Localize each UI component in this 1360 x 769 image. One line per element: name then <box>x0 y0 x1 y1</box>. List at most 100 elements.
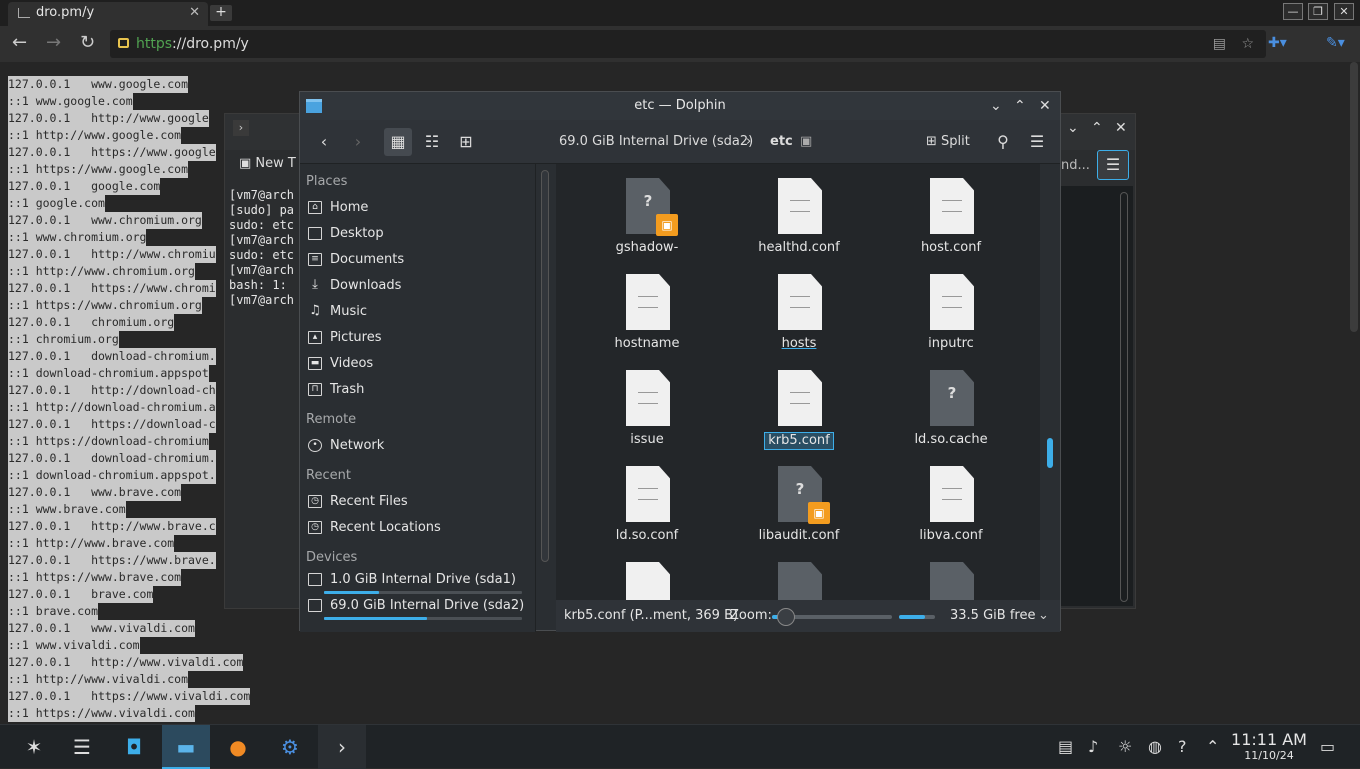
hosts-line: ::1 http://www.google.com <box>8 127 182 144</box>
extension-wrench-icon[interactable]: ✎▾ <box>1326 35 1345 51</box>
hosts-line: ::1 https://download-chromium <box>8 433 209 450</box>
address-bar[interactable]: https://dro.pm/y ▤ ☆ <box>110 30 1266 58</box>
hosts-line: 127.0.0.1 https://www.brave. <box>8 552 216 569</box>
volume-muted-icon[interactable]: ♪ <box>1088 737 1098 756</box>
file-item[interactable]: ld.so.conf <box>582 452 712 548</box>
clock[interactable]: 11:11 AM 11/10/24 <box>1224 731 1314 763</box>
dolphin-titlebar: etc — Dolphin ⌄ ⌃ ✕ <box>300 92 1060 120</box>
file-item[interactable]: issue <box>582 356 712 452</box>
dolphin-minimize-icon[interactable]: ⌄ <box>990 92 1002 120</box>
file-view-scrollbar[interactable] <box>1040 164 1060 600</box>
place-documents[interactable]: ≡ Documents <box>306 248 532 272</box>
konsole-taskbar-icon[interactable]: › <box>318 725 366 769</box>
file-item[interactable]: ? ▣ libaudit.conf <box>734 452 864 548</box>
forward-button[interactable]: → <box>46 34 61 52</box>
file-item[interactable]: krb5.conf <box>734 356 864 452</box>
back-button[interactable]: ← <box>12 34 27 52</box>
place-drive-sda2[interactable]: 69.0 GiB Internal Drive (sda2) <box>306 596 532 616</box>
terminal-find-label[interactable]: nd... <box>1061 158 1090 173</box>
place-videos[interactable]: ▬ Videos <box>306 352 532 376</box>
brightness-icon[interactable]: ☼ <box>1118 737 1132 756</box>
place-trash[interactable]: ⊓ Trash <box>306 378 532 402</box>
text-file-icon <box>930 274 974 330</box>
terminal-maximize-icon[interactable]: ⌃ <box>1091 120 1103 136</box>
terminal-new-tab-button[interactable]: ▣ New T <box>239 156 296 171</box>
dolphin-back-button[interactable]: ‹ <box>310 128 338 156</box>
discover-store-icon[interactable]: ◘ <box>110 725 158 769</box>
hosts-line: 127.0.0.1 download-chromium. <box>8 450 216 467</box>
help-icon[interactable]: ? <box>1178 737 1187 756</box>
zoom-slider-knob[interactable] <box>777 608 796 626</box>
place-home[interactable]: ⌂ Home <box>306 196 532 220</box>
system-settings-icon[interactable]: ☰ <box>58 725 106 769</box>
hosts-line: 127.0.0.1 http://www.google <box>8 110 209 127</box>
file-name: ld.so.cache <box>914 432 988 447</box>
clock-date: 11/10/24 <box>1244 749 1294 762</box>
file-item[interactable]: libva.conf <box>886 452 1016 548</box>
terminal-output[interactable]: [vm7@arch [sudo] pa sudo: etc [vm7@arch … <box>229 188 305 308</box>
file-view[interactable]: ? ▣ gshadow-healthd.conf host.conf hostname h… <box>556 164 1040 600</box>
place-downloads[interactable]: ⤓ Downloads <box>306 274 532 298</box>
file-item[interactable] <box>582 548 712 600</box>
terminal-close-icon[interactable]: ✕ <box>1115 120 1127 136</box>
breadcrumb-drive[interactable]: 69.0 GiB Internal Drive (sda2) <box>559 134 753 149</box>
file-item[interactable]: healthd.conf <box>734 164 864 260</box>
application-launcher-icon[interactable]: ✶ <box>10 725 58 769</box>
file-view-scrollbar-thumb[interactable] <box>1047 438 1053 468</box>
dolphin-taskbar-icon[interactable]: ▬ <box>162 725 210 769</box>
details-view-button[interactable]: ⊞ <box>452 128 480 156</box>
browser-minimize-button[interactable]: — <box>1283 3 1303 20</box>
trash-icon: ⊓ <box>308 383 322 396</box>
tab-close-icon[interactable]: ✕ <box>189 2 200 24</box>
extension-puzzle-icon[interactable]: ✚▾ <box>1268 35 1287 51</box>
icons-view-button[interactable]: ▦ <box>384 128 412 156</box>
place-network[interactable]: • Network <box>306 434 532 458</box>
browser-close-button[interactable]: ✕ <box>1334 3 1354 20</box>
file-item[interactable]: ? ▣ gshadow- <box>582 164 712 260</box>
places-scrollbar[interactable] <box>541 170 549 562</box>
browser-tab[interactable]: dro.pm/y ✕ <box>8 2 208 26</box>
clipboard-icon[interactable]: ▤ <box>1058 737 1073 756</box>
breadcrumb-folder[interactable]: etc <box>770 134 793 149</box>
file-name: krb5.conf <box>764 432 834 450</box>
split-view-button[interactable]: ⊞ Split <box>926 134 970 149</box>
network-status-icon[interactable]: ◍ <box>1148 737 1162 756</box>
dolphin-forward-button[interactable]: › <box>344 128 372 156</box>
terminal-menu-button[interactable]: ☰ <box>1097 150 1129 180</box>
place-drive-sda1[interactable]: 1.0 GiB Internal Drive (sda1) <box>306 570 532 590</box>
pictures-icon: ▴ <box>308 331 322 344</box>
free-space-dropdown-icon[interactable]: ⌄ <box>1038 600 1049 632</box>
file-item[interactable]: hosts <box>734 260 864 356</box>
terminal-minimize-icon[interactable]: ⌄ <box>1067 120 1079 136</box>
place-recent-locations[interactable]: ◷ Recent Locations <box>306 516 532 540</box>
compact-view-button[interactable]: ☷ <box>418 128 446 156</box>
bookmark-star-icon[interactable]: ☆ <box>1241 30 1254 58</box>
page-scrollbar[interactable] <box>1350 62 1358 332</box>
kde-connect-icon[interactable]: ⚙ <box>266 725 314 769</box>
place-music[interactable]: ♫ Music <box>306 300 532 324</box>
dolphin-maximize-icon[interactable]: ⌃ <box>1014 92 1026 120</box>
new-tab-button[interactable]: + <box>210 5 232 21</box>
drive-sda2-capacity-bar <box>324 617 427 620</box>
file-item[interactable] <box>734 548 864 600</box>
place-desktop[interactable]: Desktop <box>306 222 532 246</box>
file-item[interactable] <box>886 548 1016 600</box>
place-pictures[interactable]: ▴ Pictures <box>306 326 532 350</box>
file-item[interactable]: hostname <box>582 260 712 356</box>
hosts-line: ::1 www.google.com <box>8 93 133 110</box>
reader-mode-icon[interactable]: ▤ <box>1213 30 1226 58</box>
file-item[interactable]: ? ld.so.cache <box>886 356 1016 452</box>
reload-button[interactable]: ↻ <box>80 34 95 52</box>
place-recent-files[interactable]: ◷ Recent Files <box>306 490 532 514</box>
firefox-icon[interactable]: ● <box>214 725 262 769</box>
show-desktop-icon[interactable]: ▭ <box>1320 737 1335 756</box>
hamburger-menu-icon[interactable]: ☰ <box>1023 128 1051 156</box>
file-item[interactable]: inputrc <box>886 260 1016 356</box>
lock-badge-icon: ▣ <box>808 502 830 524</box>
terminal-scrollbar[interactable] <box>1120 192 1128 602</box>
tray-expand-icon[interactable]: ⌃ <box>1206 737 1219 756</box>
dolphin-close-icon[interactable]: ✕ <box>1039 92 1051 120</box>
file-item[interactable]: host.conf <box>886 164 1016 260</box>
search-icon[interactable]: ⚲ <box>989 128 1017 156</box>
browser-maximize-button[interactable]: ❐ <box>1308 3 1328 20</box>
